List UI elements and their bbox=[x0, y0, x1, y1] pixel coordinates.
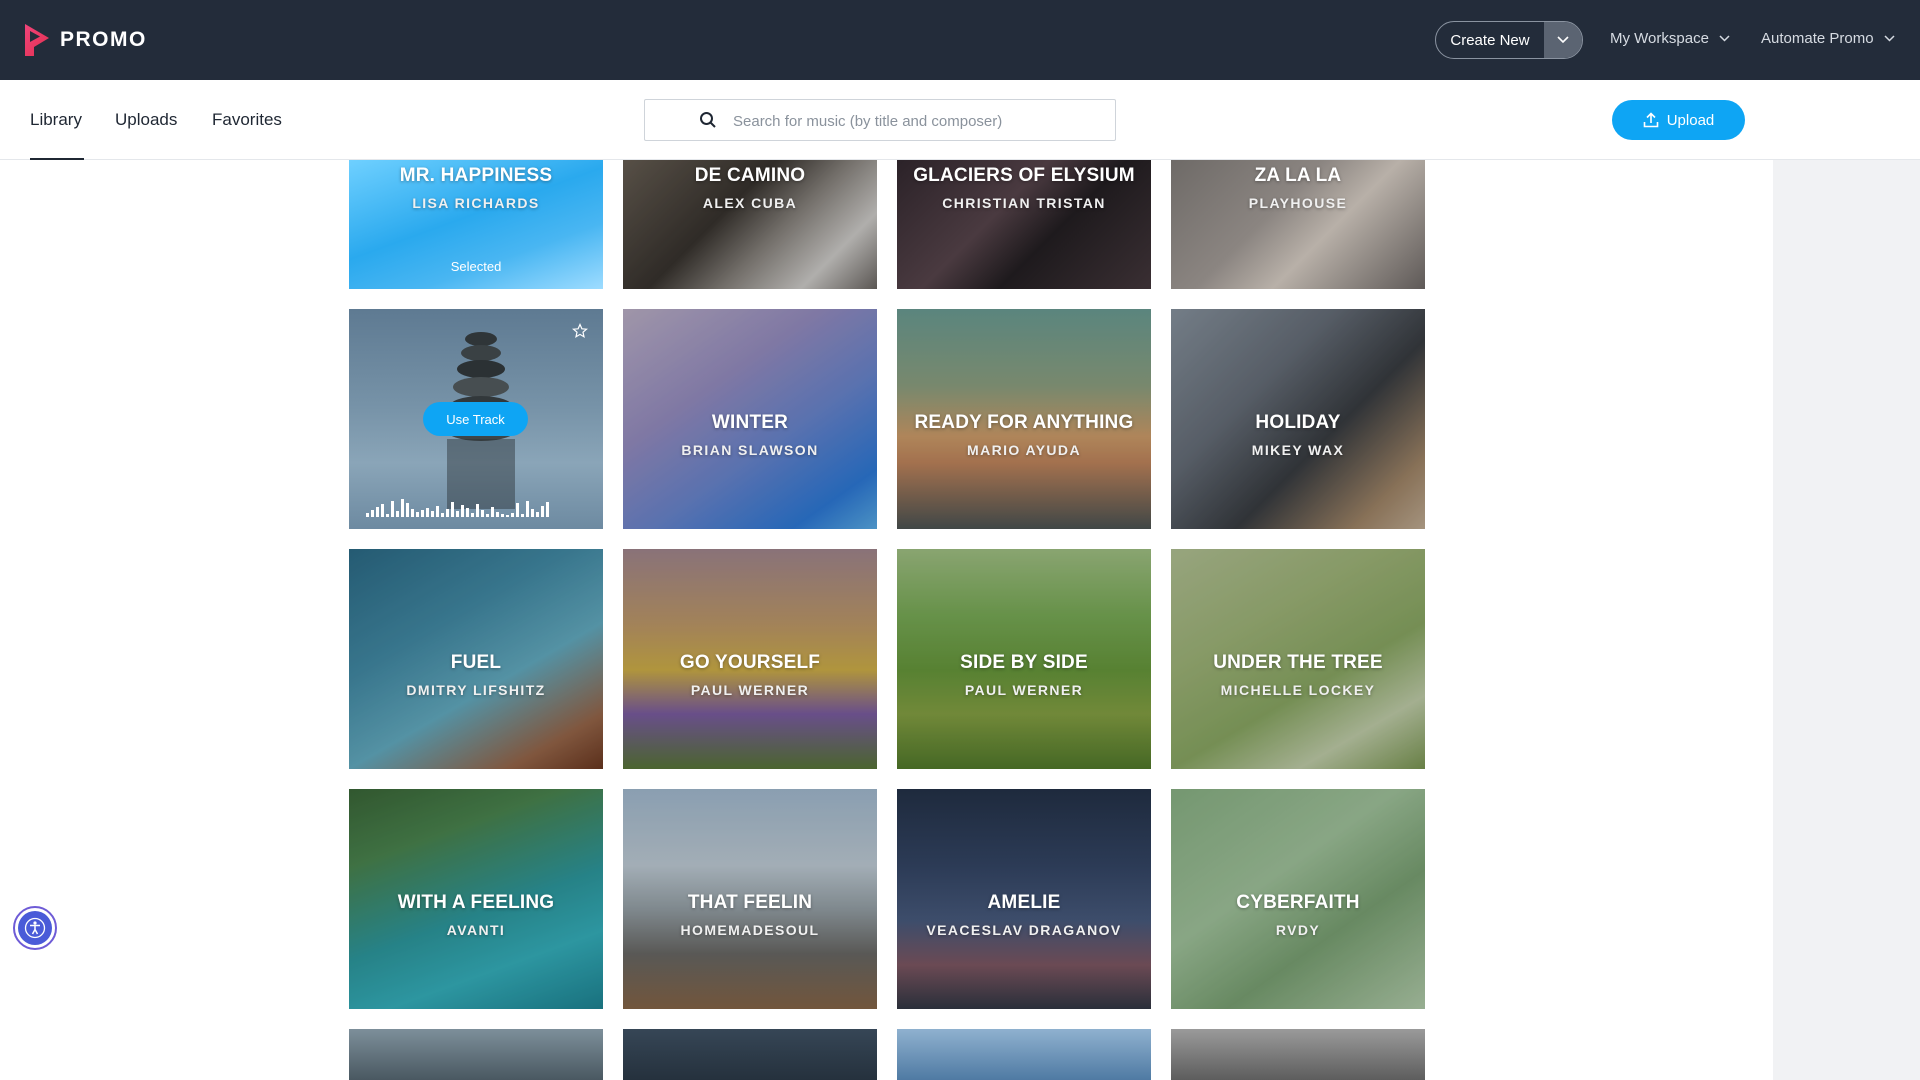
track-title: Za La La bbox=[1254, 165, 1342, 186]
track-title: De Camino bbox=[694, 165, 806, 186]
top-nav-bar: PROMO Create New My Workspace Automate P… bbox=[0, 0, 1920, 80]
track-card[interactable] bbox=[623, 1029, 877, 1080]
upload-icon bbox=[1643, 112, 1659, 128]
create-new-dropdown-button[interactable] bbox=[1544, 22, 1582, 58]
waveform[interactable] bbox=[366, 499, 588, 517]
track-card[interactable]: Glaciers of Elysium Christian Tristan bbox=[897, 160, 1151, 289]
active-tab-indicator bbox=[30, 158, 84, 160]
track-card[interactable] bbox=[349, 1029, 603, 1080]
brand-logo[interactable]: PROMO bbox=[22, 22, 147, 58]
chevron-down-icon bbox=[1557, 36, 1569, 44]
promo-logo-icon bbox=[25, 24, 49, 56]
track-card-hovered[interactable]: Use Track bbox=[349, 309, 603, 529]
track-composer: RVDY bbox=[1275, 922, 1321, 938]
track-card[interactable]: Under the Tree Michelle Lockey bbox=[1171, 549, 1425, 769]
track-card[interactable]: Cyberfaith RVDY bbox=[1171, 789, 1425, 1009]
track-title: That Feelin bbox=[687, 892, 813, 913]
track-card[interactable]: Go Yourself Paul Werner bbox=[623, 549, 877, 769]
track-title: Ready for Anything bbox=[914, 412, 1134, 433]
track-title: Cyberfaith bbox=[1236, 892, 1360, 913]
track-title: Amelie bbox=[987, 892, 1061, 913]
accessibility-icon bbox=[24, 917, 46, 939]
track-composer: Avanti bbox=[446, 922, 506, 938]
track-title: Glaciers of Elysium bbox=[913, 165, 1135, 186]
my-workspace-menu[interactable]: My Workspace bbox=[1610, 30, 1730, 47]
accessibility-button[interactable] bbox=[13, 906, 57, 950]
star-icon[interactable] bbox=[572, 323, 588, 339]
search-icon[interactable] bbox=[699, 111, 717, 129]
track-composer: Mikey Wax bbox=[1251, 442, 1345, 458]
track-card[interactable] bbox=[897, 1029, 1151, 1080]
automate-promo-menu[interactable]: Automate Promo bbox=[1761, 30, 1895, 47]
use-track-button[interactable]: Use Track bbox=[423, 402, 528, 436]
track-card[interactable]: That Feelin Homemadesoul bbox=[623, 789, 877, 1009]
track-composer: Alex Cuba bbox=[702, 195, 798, 211]
create-new-group: Create New bbox=[1435, 21, 1583, 59]
track-title: With a Feeling bbox=[397, 892, 555, 913]
track-card[interactable]: With a Feeling Avanti bbox=[349, 789, 603, 1009]
track-composer: Veaceslav Draganov bbox=[926, 922, 1122, 938]
track-composer: Lisa Richards bbox=[412, 195, 540, 211]
search-input[interactable] bbox=[733, 108, 1103, 134]
upload-label: Upload bbox=[1666, 111, 1715, 129]
chevron-down-icon bbox=[1884, 35, 1895, 42]
track-composer: Mario Ayuda bbox=[967, 442, 1081, 458]
track-title: Mr. Happiness bbox=[399, 165, 553, 186]
track-card[interactable]: Za La La Playhouse bbox=[1171, 160, 1425, 289]
track-composer: Paul Werner bbox=[690, 682, 810, 698]
track-composer: Michelle Lockey bbox=[1220, 682, 1376, 698]
tab-favorites[interactable]: Favorites bbox=[212, 110, 282, 130]
track-card[interactable]: Fuel Dmitry Lifshitz bbox=[349, 549, 603, 769]
track-composer: Dmitry Lifshitz bbox=[406, 682, 546, 698]
track-card[interactable]: Amelie Veaceslav Draganov bbox=[897, 789, 1151, 1009]
track-card[interactable]: Holiday Mikey Wax bbox=[1171, 309, 1425, 529]
track-card[interactable]: Mr. Happiness Lisa Richards Selected bbox=[349, 160, 603, 289]
automate-promo-label: Automate Promo bbox=[1761, 30, 1874, 47]
library-subbar: Library Uploads Favorites Upload bbox=[0, 80, 1920, 160]
brand-name: PROMO bbox=[60, 28, 147, 51]
selected-status: Selected bbox=[450, 259, 502, 274]
track-title: Winter bbox=[711, 412, 789, 433]
track-title: Fuel bbox=[450, 652, 502, 673]
track-title: Under the Tree bbox=[1213, 652, 1383, 673]
track-composer: Playhouse bbox=[1248, 195, 1348, 211]
track-composer: Christian Tristan bbox=[942, 195, 1106, 211]
track-title: Holiday bbox=[1255, 412, 1341, 433]
track-card[interactable] bbox=[1171, 1029, 1425, 1080]
track-composer: Homemadesoul bbox=[680, 922, 820, 938]
chevron-down-icon bbox=[1719, 35, 1730, 42]
my-workspace-label: My Workspace bbox=[1610, 30, 1709, 47]
track-composer: Brian Slawson bbox=[681, 442, 819, 458]
track-card[interactable]: Side by Side Paul Werner bbox=[897, 549, 1151, 769]
right-side-column bbox=[1773, 160, 1920, 1080]
track-title: Go Yourself bbox=[679, 652, 821, 673]
track-title: Side by Side bbox=[960, 652, 1088, 673]
music-search-box bbox=[644, 99, 1116, 141]
track-composer: Paul Werner bbox=[964, 682, 1084, 698]
track-card[interactable]: Winter Brian Slawson bbox=[623, 309, 877, 529]
track-grid: Mr. Happiness Lisa Richards Selected De … bbox=[349, 160, 1425, 1080]
upload-button[interactable]: Upload bbox=[1612, 100, 1745, 140]
track-card[interactable]: Ready for Anything Mario Ayuda bbox=[897, 309, 1151, 529]
tab-library[interactable]: Library bbox=[30, 110, 82, 130]
create-new-button[interactable]: Create New bbox=[1436, 22, 1544, 58]
tab-uploads[interactable]: Uploads bbox=[115, 110, 177, 130]
track-card[interactable]: De Camino Alex Cuba bbox=[623, 160, 877, 289]
